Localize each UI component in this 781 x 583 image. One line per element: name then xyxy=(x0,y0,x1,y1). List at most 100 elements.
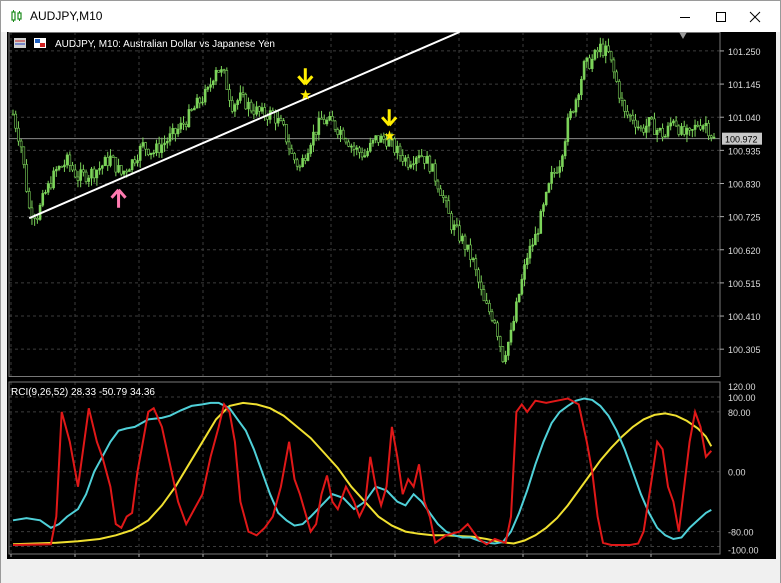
rci-tick-label: -80.00 xyxy=(728,528,754,538)
candle-body xyxy=(17,127,20,142)
price-tick-label: 100.515 xyxy=(728,279,761,289)
candle-body xyxy=(325,119,329,125)
close-icon xyxy=(749,11,761,22)
candle-body xyxy=(350,145,353,148)
candle-body xyxy=(125,170,128,173)
candle-body xyxy=(515,301,518,322)
candle-body xyxy=(247,101,250,110)
minimize-icon xyxy=(680,16,690,18)
candle-body xyxy=(512,320,516,331)
candle-body xyxy=(230,100,234,112)
candle-body xyxy=(103,157,107,167)
candle-body xyxy=(477,269,480,283)
candle-body xyxy=(46,183,50,193)
chart-list-icon[interactable] xyxy=(14,38,26,48)
buy-arrow-shape xyxy=(110,188,127,208)
candle-body xyxy=(539,211,543,234)
price-tick-label: 100.620 xyxy=(728,246,761,256)
price-tick-label: 100.830 xyxy=(728,179,761,189)
candle-body xyxy=(179,122,183,130)
candle-body xyxy=(406,157,410,168)
candle-body xyxy=(317,117,321,135)
chart-area[interactable]: ★ ★ 101.250 101.145 101.040 100.935 100.830 10… xyxy=(7,32,776,559)
candle-body xyxy=(650,117,654,120)
candle-body xyxy=(577,94,580,101)
candle-body xyxy=(444,197,448,202)
candle-body xyxy=(106,157,110,166)
candle-body xyxy=(130,159,134,171)
candle-body xyxy=(601,43,605,56)
candle-body xyxy=(195,97,199,109)
candle-body xyxy=(626,111,629,116)
candle-body xyxy=(276,118,280,124)
candle-body xyxy=(672,120,675,124)
candle-body xyxy=(366,150,369,156)
candle-body xyxy=(301,158,304,168)
one-click-trading-icon[interactable] xyxy=(34,38,46,48)
candle-body xyxy=(425,155,429,164)
candle-body xyxy=(596,49,599,53)
candle-body xyxy=(653,118,656,135)
candle-body xyxy=(152,152,156,155)
candle-body xyxy=(236,100,239,105)
candle-body xyxy=(92,168,96,179)
candle-body xyxy=(25,164,28,192)
candle-body xyxy=(423,156,426,164)
price-tick-label: 101.250 xyxy=(728,47,761,57)
candle-body xyxy=(371,139,375,144)
status-strip xyxy=(1,559,780,583)
candle-body xyxy=(493,319,497,324)
symbol-label: AUDJPY, M10: Australian Dollar vs Japane… xyxy=(55,39,275,50)
rci-indicator-label: RCI(9,26,52) 28.33 -50.79 34.36 xyxy=(11,387,155,398)
close-button[interactable] xyxy=(732,1,778,32)
candle-body xyxy=(509,329,513,343)
candle-body xyxy=(677,125,681,135)
chart-shift-marker[interactable] xyxy=(679,32,687,39)
candle-body xyxy=(222,69,226,71)
candle-body xyxy=(463,235,467,250)
candle-body xyxy=(141,142,145,147)
candle-body xyxy=(501,346,505,362)
sell-arrow-shape xyxy=(297,68,314,86)
candle-body xyxy=(712,136,716,139)
candle-body xyxy=(452,224,456,231)
candle-body xyxy=(36,218,39,220)
candle-body xyxy=(439,188,442,196)
candle-body xyxy=(57,166,61,170)
candle-body xyxy=(206,86,210,90)
candle-body xyxy=(525,257,529,265)
candle-body xyxy=(174,128,177,135)
candle-body xyxy=(615,71,618,82)
rci-pane-frame xyxy=(8,381,721,555)
candle-body xyxy=(90,168,93,179)
candle-body xyxy=(49,183,53,189)
price-tick-label: 100.305 xyxy=(728,345,761,355)
candle-body xyxy=(314,131,318,135)
candle-body xyxy=(466,244,470,250)
candle-body xyxy=(693,124,697,130)
candle-body xyxy=(60,166,64,168)
price-tick-label: 101.040 xyxy=(728,113,761,123)
candle-body xyxy=(33,216,36,219)
candle-body xyxy=(201,101,204,104)
candle-body xyxy=(82,169,85,173)
price-tick-label: 101.145 xyxy=(728,80,761,90)
candle-body xyxy=(585,57,589,62)
candle-body xyxy=(404,157,407,162)
title-bar[interactable]: AUDJPY,M10 xyxy=(1,1,780,32)
grid-layer xyxy=(8,32,721,555)
candle-body xyxy=(279,118,283,122)
star-icon: ★ xyxy=(383,128,396,144)
candle-body xyxy=(22,146,26,165)
candle-body xyxy=(436,180,440,190)
candle-body xyxy=(168,133,172,142)
candle-body xyxy=(171,128,174,134)
candle-body xyxy=(133,159,137,164)
price-tick-label: 100.410 xyxy=(728,312,761,322)
candle-body xyxy=(639,126,643,129)
candle-body xyxy=(163,142,166,146)
candle-body xyxy=(333,120,337,130)
candle-body xyxy=(661,128,664,138)
candle-body xyxy=(561,155,564,167)
chart-canvas[interactable]: ★★ 101.250101.145101.040100.935100.83010… xyxy=(7,32,776,559)
